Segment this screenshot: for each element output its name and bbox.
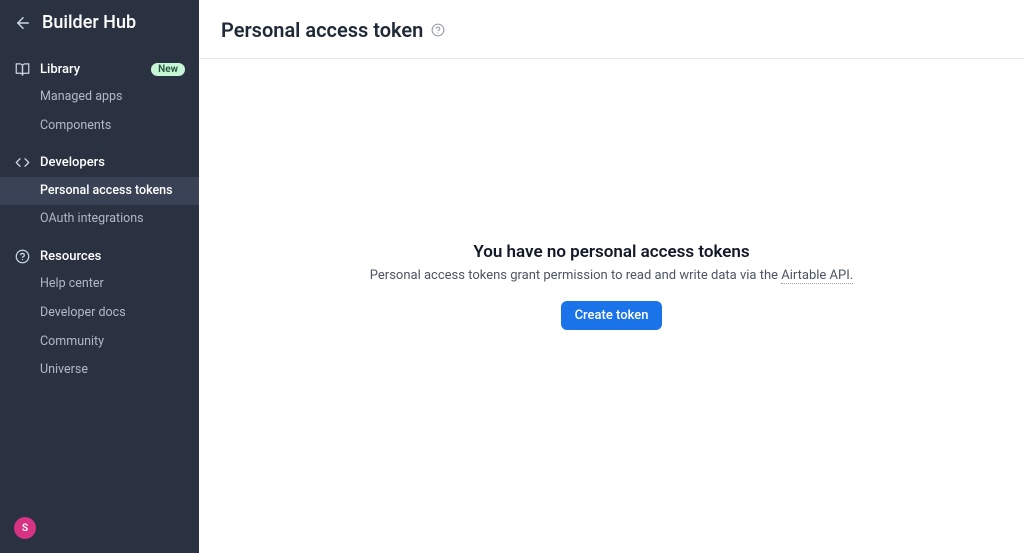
section-title-library: Library [40,62,151,77]
new-badge: New [151,63,185,76]
book-open-icon [14,61,30,77]
empty-state-title: You have no personal access tokens [473,242,749,262]
page-title: Personal access token [221,18,423,42]
sidebar-item-components[interactable]: Components [0,112,199,141]
main-area: Personal access token You have no person… [199,0,1024,553]
sidebar-item-help-center[interactable]: Help center [0,270,199,299]
section-developers: Developers Personal access tokens OAuth … [0,149,199,235]
user-avatar[interactable]: S [14,517,36,539]
sidebar: Builder Hub Library New Managed apps Com… [0,0,199,553]
section-library: Library New Managed apps Components [0,55,199,141]
info-icon[interactable] [431,23,445,37]
page-header: Personal access token [199,0,1024,59]
empty-state-description: Personal access tokens grant permission … [370,268,853,283]
sidebar-item-oauth-integrations[interactable]: OAuth integrations [0,205,199,234]
section-resources: Resources Help center Developer docs Com… [0,242,199,385]
sidebar-item-managed-apps[interactable]: Managed apps [0,83,199,112]
section-header-developers[interactable]: Developers [0,149,199,177]
empty-state: You have no personal access tokens Perso… [199,59,1024,553]
section-title-resources: Resources [40,249,185,264]
airtable-api-link[interactable]: Airtable API. [781,268,853,284]
back-arrow-icon[interactable] [14,14,32,32]
sidebar-item-personal-access-tokens[interactable]: Personal access tokens [0,177,199,206]
brand-title: Builder Hub [42,12,136,33]
sidebar-item-developer-docs[interactable]: Developer docs [0,299,199,328]
sidebar-header: Builder Hub [0,0,199,47]
empty-desc-text: Personal access tokens grant permission … [370,268,781,283]
section-header-library[interactable]: Library New [0,55,199,83]
sidebar-item-universe[interactable]: Universe [0,356,199,385]
help-circle-icon [14,248,30,264]
code-icon [14,155,30,171]
create-token-button[interactable]: Create token [561,301,663,330]
sidebar-item-community[interactable]: Community [0,328,199,357]
section-header-resources[interactable]: Resources [0,242,199,270]
section-title-developers: Developers [40,155,185,170]
